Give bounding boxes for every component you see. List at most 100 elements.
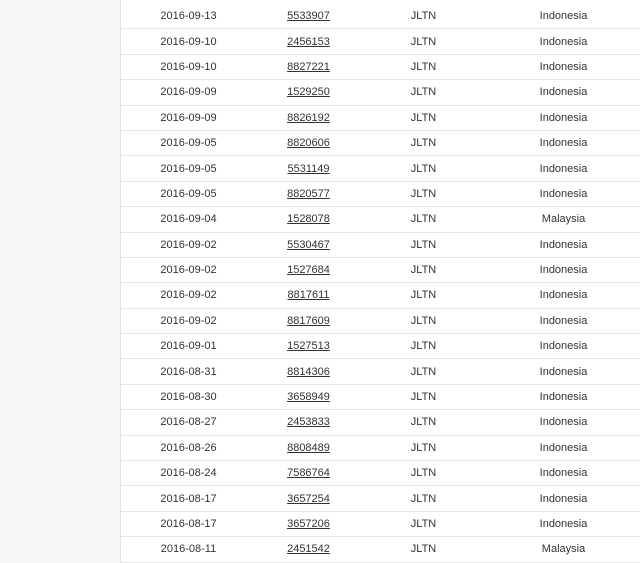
- id-cell: 1528078: [256, 213, 361, 225]
- country-cell: Indonesia: [539, 264, 588, 277]
- country-cell: Indonesia: [539, 238, 588, 251]
- code-cell: JLTN: [410, 137, 437, 150]
- date-cell: 2016-09-10: [160, 60, 217, 73]
- date-cell: 2016-08-26: [160, 441, 217, 454]
- country-cell: Indonesia: [539, 35, 588, 48]
- record-id-link[interactable]: 7586764: [287, 467, 330, 479]
- code-cell: JLTN: [410, 10, 437, 23]
- date-cell: 2016-09-04: [160, 213, 217, 226]
- table-row: 2016-09-02 8817609 JLTN Indonesia: [121, 309, 640, 335]
- country-cell: Malaysia: [541, 543, 586, 556]
- date-cell: 2016-08-31: [160, 365, 217, 378]
- record-id-link[interactable]: 2451542: [287, 543, 330, 555]
- table-row: 2016-08-30 3658949 JLTN Indonesia: [121, 385, 640, 411]
- id-cell: 3658949: [256, 391, 361, 403]
- record-id-link[interactable]: 1527513: [287, 340, 330, 352]
- code-cell: JLTN: [410, 213, 437, 226]
- date-cell: 2016-08-27: [160, 416, 217, 429]
- id-cell: 2451542: [256, 543, 361, 555]
- content-panel: 2016-09-13 5533907 JLTN Indonesia 2016-09-10…: [120, 0, 640, 563]
- code-cell: JLTN: [410, 492, 437, 505]
- country-cell: Indonesia: [539, 391, 588, 404]
- country-cell: Indonesia: [539, 289, 588, 302]
- id-cell: 8826192: [256, 112, 361, 124]
- id-cell: 1527684: [256, 264, 361, 276]
- record-id-link[interactable]: 3658949: [287, 391, 330, 403]
- country-cell: Indonesia: [539, 492, 588, 505]
- code-cell: JLTN: [410, 264, 437, 277]
- table-row: 2016-08-24 7586764 JLTN Indonesia: [121, 461, 640, 487]
- code-cell: JLTN: [410, 35, 437, 48]
- country-cell: Indonesia: [539, 467, 588, 480]
- table-row: 2016-09-02 8817611 JLTN Indonesia: [121, 283, 640, 309]
- record-id-link[interactable]: 3657254: [287, 493, 330, 505]
- table-row: 2016-09-01 1527513 JLTN Indonesia: [121, 334, 640, 360]
- country-cell: Indonesia: [539, 518, 588, 530]
- id-cell: 5533907: [256, 10, 361, 22]
- date-cell: 2016-09-05: [160, 137, 217, 150]
- id-cell: 7586764: [256, 467, 361, 479]
- date-cell: 2016-09-02: [160, 314, 217, 327]
- id-cell: 5531149: [256, 163, 361, 175]
- country-cell: Indonesia: [539, 162, 588, 175]
- table-row: 2016-09-05 8820577 JLTN Indonesia: [121, 182, 640, 208]
- record-id-link[interactable]: 8820606: [287, 137, 330, 149]
- country-cell: Indonesia: [539, 137, 588, 150]
- record-id-link[interactable]: 1529250: [287, 86, 330, 98]
- table-row: 2016-08-17 3657206 JLTN Indonesia: [121, 512, 640, 538]
- table-row: 2016-09-10 8827221 JLTN Indonesia: [121, 55, 640, 81]
- table-row: 2016-09-02 1527684 JLTN Indonesia: [121, 258, 640, 284]
- record-id-link[interactable]: 8808489: [287, 442, 330, 454]
- id-cell: 5530467: [256, 239, 361, 251]
- code-cell: JLTN: [410, 111, 437, 124]
- record-id-link[interactable]: 2456153: [287, 36, 330, 48]
- table-row: 2016-09-05 5531149 JLTN Indonesia: [121, 156, 640, 182]
- record-id-link[interactable]: 1527684: [287, 264, 330, 276]
- id-cell: 1529250: [256, 86, 361, 98]
- code-cell: JLTN: [410, 391, 437, 404]
- id-cell: 8827221: [256, 61, 361, 73]
- country-cell: Indonesia: [539, 340, 588, 353]
- record-id-link[interactable]: 5530467: [287, 239, 330, 251]
- country-cell: Indonesia: [539, 86, 588, 99]
- record-id-link[interactable]: 8820577: [287, 188, 330, 200]
- record-id-link[interactable]: 5533907: [287, 10, 330, 22]
- code-cell: JLTN: [410, 86, 437, 99]
- date-cell: 2016-09-09: [160, 86, 217, 99]
- code-cell: JLTN: [410, 314, 437, 327]
- table-row: 2016-09-04 1528078 JLTN Malaysia: [121, 207, 640, 233]
- date-cell: 2016-09-05: [160, 162, 217, 175]
- country-cell: Indonesia: [539, 111, 588, 124]
- table-row: 2016-09-10 2456153 JLTN Indonesia: [121, 29, 640, 55]
- id-cell: 1527513: [256, 340, 361, 352]
- date-cell: 2016-09-05: [160, 187, 217, 200]
- code-cell: JLTN: [410, 441, 437, 454]
- id-cell: 8808489: [256, 442, 361, 454]
- date-cell: 2016-08-17: [160, 518, 217, 530]
- record-id-link[interactable]: 3657206: [287, 518, 330, 530]
- table-row: 2016-08-26 8808489 JLTN Indonesia: [121, 436, 640, 462]
- date-cell: 2016-09-01: [160, 340, 217, 353]
- code-cell: JLTN: [410, 543, 437, 556]
- code-cell: JLTN: [410, 365, 437, 378]
- table-row: 2016-08-17 3657254 JLTN Indonesia: [121, 486, 640, 512]
- id-cell: 8820577: [256, 188, 361, 200]
- country-cell: Indonesia: [539, 416, 588, 429]
- record-id-link[interactable]: 8827221: [287, 61, 330, 73]
- left-panel: [0, 0, 120, 563]
- code-cell: JLTN: [410, 60, 437, 73]
- record-id-link[interactable]: 1528078: [287, 213, 330, 225]
- date-cell: 2016-08-17: [160, 492, 217, 505]
- record-id-link[interactable]: 8826192: [287, 112, 330, 124]
- results-table: 2016-09-13 5533907 JLTN Indonesia 2016-09-10…: [121, 4, 640, 563]
- record-id-link[interactable]: 2453833: [287, 416, 330, 428]
- country-cell: Indonesia: [539, 365, 588, 378]
- country-cell: Indonesia: [539, 10, 588, 23]
- record-id-link[interactable]: 5531149: [287, 163, 329, 175]
- record-id-link[interactable]: 8817609: [287, 315, 330, 327]
- record-id-link[interactable]: 8817611: [287, 289, 329, 301]
- id-cell: 2453833: [256, 416, 361, 428]
- code-cell: JLTN: [410, 187, 437, 200]
- record-id-link[interactable]: 8814306: [287, 366, 330, 378]
- code-cell: JLTN: [410, 416, 437, 429]
